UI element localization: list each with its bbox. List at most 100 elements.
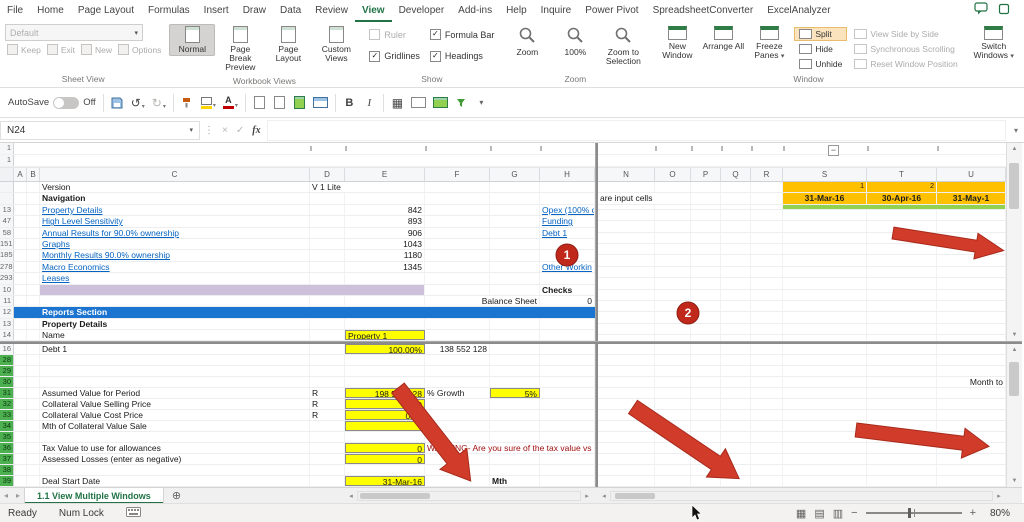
cell-t[interactable] [867, 399, 937, 409]
cell-d[interactable] [310, 454, 345, 464]
cell-a[interactable] [14, 443, 27, 453]
sheet-nav-right-icon[interactable]: ▸ [12, 491, 24, 500]
cell-e[interactable]: Property 1 [345, 330, 425, 341]
cell-c[interactable]: Tax Value to use for allowances [40, 443, 310, 453]
cell-o[interactable] [655, 344, 691, 354]
cell-s[interactable] [783, 432, 867, 442]
cell-b[interactable] [27, 355, 40, 365]
cell-c[interactable] [40, 295, 310, 307]
horizontal-split-bar[interactable] [0, 341, 1022, 344]
row-header[interactable]: 33 [0, 410, 14, 420]
cell-q[interactable] [721, 355, 751, 365]
cell-g[interactable] [490, 238, 540, 250]
checkbox-headings[interactable]: ✓ Headings [429, 50, 495, 62]
cell-r[interactable] [751, 443, 783, 453]
cell-q[interactable] [721, 193, 751, 204]
ribbon-tab-data[interactable]: Data [273, 0, 308, 22]
cell-g[interactable]: Mth [490, 476, 540, 486]
cell-h[interactable] [540, 399, 595, 409]
cell-c[interactable] [40, 377, 310, 387]
reports-section-bar[interactable]: Reports Section [14, 307, 595, 318]
cell-p[interactable] [691, 300, 721, 312]
cell-f[interactable] [425, 193, 490, 204]
row-header[interactable]: 185 [0, 250, 14, 261]
row-header[interactable]: 36 [0, 443, 14, 453]
cell-u[interactable] [937, 221, 1006, 232]
window-button[interactable] [312, 97, 328, 108]
cell-r[interactable] [751, 377, 783, 387]
cell-f[interactable] [425, 476, 490, 486]
cell-o[interactable] [655, 421, 691, 431]
cell-n[interactable] [598, 355, 655, 365]
cell-c[interactable]: Annual Results for 90.0% ownership [40, 227, 310, 238]
scroll-down-icon[interactable]: ▼ [1012, 329, 1018, 341]
cell-q[interactable] [721, 312, 751, 323]
cell-u[interactable] [937, 232, 1006, 243]
cell-g[interactable] [490, 454, 540, 464]
cell-u[interactable] [937, 278, 1006, 289]
cell-b[interactable] [27, 421, 40, 431]
col-header-r[interactable]: R [751, 168, 783, 181]
cell-e[interactable]: 0 [345, 454, 425, 464]
cell-q[interactable] [721, 399, 751, 409]
cell-b[interactable] [27, 388, 40, 398]
cell-h[interactable] [540, 330, 595, 341]
cell-g[interactable] [490, 182, 540, 193]
row-header[interactable]: 13 [0, 204, 14, 216]
cell-q[interactable] [721, 300, 751, 312]
100-button[interactable]: 100% [552, 24, 598, 59]
cell-c[interactable]: Assumed Value for Period [40, 388, 310, 398]
cell-u[interactable] [937, 312, 1006, 323]
cell-a[interactable] [14, 410, 27, 420]
cell-h[interactable]: Checks [540, 284, 595, 295]
cell-c[interactable] [40, 355, 310, 365]
cell-c[interactable]: Leases [40, 273, 310, 284]
cell-a[interactable] [14, 295, 27, 307]
cell-s[interactable] [783, 232, 867, 243]
cell-u[interactable] [937, 366, 1006, 376]
cell-h[interactable] [540, 238, 595, 250]
col-header-t[interactable]: T [867, 168, 937, 181]
cell-h[interactable] [540, 476, 595, 486]
cell-c[interactable]: Collateral Value Cost Price [40, 410, 310, 420]
cell-e[interactable] [345, 193, 425, 204]
cell-f[interactable] [425, 465, 490, 475]
cell-e[interactable]: 0.00 [345, 399, 425, 409]
cell-c[interactable]: Property Details [40, 204, 310, 216]
col-header-g[interactable]: G [490, 168, 540, 181]
cell-q[interactable] [721, 221, 751, 232]
cell-o[interactable] [655, 476, 691, 486]
row-header[interactable]: 13 [0, 318, 14, 330]
row-header[interactable]: 1 [0, 155, 14, 166]
cell-h[interactable] [540, 465, 595, 475]
reset-window-position-button[interactable]: Reset Window Position [849, 57, 962, 71]
cell-e[interactable] [345, 318, 425, 330]
cell-e[interactable]: 1345 [345, 261, 425, 273]
cell-n[interactable] [598, 232, 655, 243]
cell-c[interactable]: Navigation [40, 193, 310, 204]
ribbon-tab-home[interactable]: Home [30, 0, 71, 22]
cell-p[interactable] [691, 221, 721, 232]
exit-sheet-view-button[interactable]: Exit [46, 44, 75, 55]
cell-c[interactable]: Mth of Collateral Value Sale [40, 421, 310, 431]
cell-u[interactable] [937, 465, 1006, 475]
cell-o[interactable] [655, 410, 691, 420]
cell-p[interactable] [691, 344, 721, 354]
cell-g[interactable] [490, 284, 540, 295]
cell-s[interactable] [783, 300, 867, 312]
cell-o[interactable] [655, 399, 691, 409]
ribbon-tab-draw[interactable]: Draw [236, 0, 273, 22]
cell-u[interactable] [937, 432, 1006, 442]
font-color-button[interactable]: A ▾ [222, 96, 238, 109]
cell-o[interactable] [655, 289, 691, 300]
checkbox-formula-bar[interactable]: ✓ Formula Bar [429, 29, 494, 40]
cell-q[interactable] [721, 209, 751, 221]
scroll-up-icon[interactable]: ▲ [1012, 143, 1018, 155]
cell-g[interactable] [490, 399, 540, 409]
cell-d[interactable] [310, 344, 345, 354]
copy-button[interactable] [253, 96, 266, 109]
cell-o[interactable] [655, 377, 691, 387]
cell-h[interactable] [540, 454, 595, 464]
row-header[interactable]: 293 [0, 273, 14, 284]
zoom-in-button[interactable]: + [970, 507, 976, 519]
